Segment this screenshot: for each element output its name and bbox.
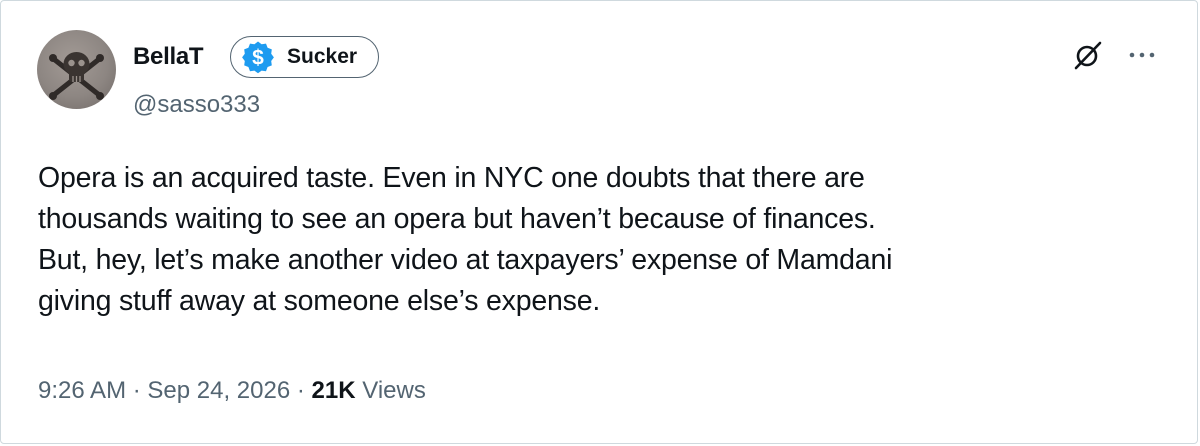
tweet-text-line: But, hey, let’s make another video at ta…: [38, 244, 893, 276]
tweet-text: Opera is an acquired taste. Even in NYC …: [38, 158, 1168, 322]
tweet-text-line: giving stuff away at someone else’s expe…: [38, 285, 601, 317]
tweet-meta: 9:26 AM · Sep 24, 2026 · 21K Views: [38, 376, 426, 406]
meta-separator: ·: [296, 377, 305, 404]
views-label: Views: [362, 377, 426, 404]
tweet-time[interactable]: 9:26 AM: [38, 377, 126, 404]
tweet-text-line: thousands waiting to see an opera but ha…: [38, 203, 876, 235]
svg-text:$: $: [252, 47, 264, 70]
views-count[interactable]: 21K: [312, 377, 356, 404]
tweet-text-line: Opera is an acquired taste. Even in NYC …: [38, 162, 865, 194]
tweet-date[interactable]: Sep 24, 2026: [147, 377, 290, 404]
avatar[interactable]: [37, 30, 116, 109]
meta-separator: ·: [132, 377, 141, 404]
badge-label: Sucker: [287, 45, 358, 68]
dollar-badge-icon: $: [242, 41, 274, 74]
skull-crossbones-icon: [49, 52, 104, 100]
status-badge[interactable]: $ Sucker: [230, 36, 379, 78]
more-horizontal-icon[interactable]: [1127, 44, 1157, 66]
grok-icon[interactable]: [1073, 40, 1103, 70]
display-name[interactable]: BellaT: [133, 42, 204, 72]
user-handle[interactable]: @sasso333: [133, 90, 260, 120]
